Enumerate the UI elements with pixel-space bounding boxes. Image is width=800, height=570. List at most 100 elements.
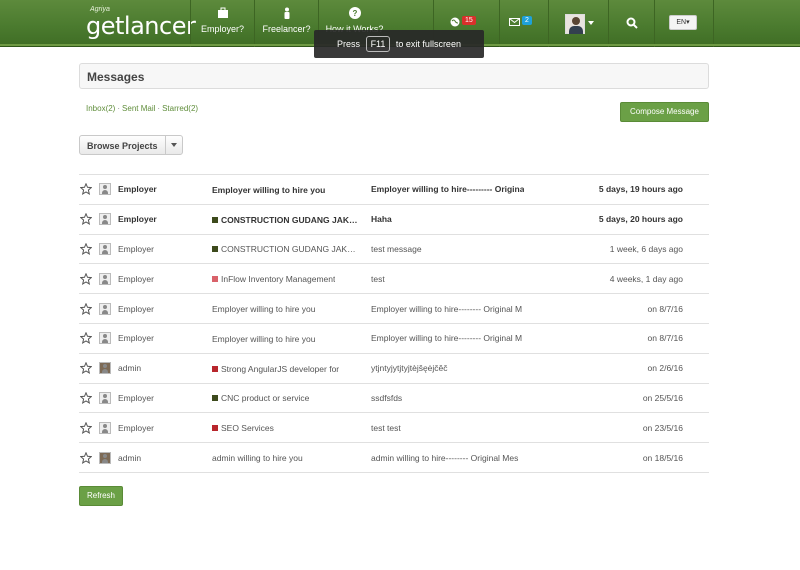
question-icon: ?: [348, 7, 361, 19]
project-cell[interactable]: admin willing to hire you: [212, 443, 371, 473]
tab-starred[interactable]: Starred(2): [162, 104, 198, 113]
message-row[interactable]: Employer Employer willing to hire you Empl…: [79, 174, 709, 205]
sender-name[interactable]: Employer: [118, 234, 212, 264]
message-subject[interactable]: test message: [371, 234, 524, 264]
project-cell[interactable]: CONSTRUCTION GUDANG JAKARTA: [212, 234, 371, 264]
message-subject[interactable]: Employer willing to hire-------- Origina…: [371, 323, 524, 353]
star-icon[interactable]: [79, 182, 93, 196]
message-subject[interactable]: ytjntyjytjtyjtèjšęėjčěč: [371, 353, 524, 383]
sender-name[interactable]: Employer: [118, 204, 212, 234]
logo[interactable]: Agriya getlancer: [86, 6, 196, 40]
project-cell[interactable]: Strong AngularJS developer for: [212, 353, 371, 383]
star-icon[interactable]: [79, 212, 93, 226]
message-date: on 8/7/16: [647, 333, 683, 344]
sender-name[interactable]: Employer: [118, 323, 212, 353]
star-icon[interactable]: [79, 391, 93, 404]
message-subject[interactable]: Employer willing to hire-------- Origina…: [371, 294, 524, 324]
avatar: [99, 213, 111, 226]
message-subject[interactable]: ssdfsfds: [371, 383, 524, 413]
message-subject[interactable]: Employer willing to hire--------- Origin…: [371, 175, 524, 205]
search-button[interactable]: [608, 0, 654, 47]
message-date: on 8/7/16: [647, 303, 683, 314]
sender-name[interactable]: Employer: [118, 294, 212, 324]
tab-separator: ·: [157, 104, 161, 113]
project-color-marker: [212, 425, 218, 432]
message-row[interactable]: Employer CONSTRUCTION GUDANG JAKARTA test …: [79, 234, 709, 264]
fullscreen-prefix: Press: [337, 39, 361, 49]
message-row[interactable]: admin Strong AngularJS developer for ytjnt…: [79, 353, 709, 383]
message-row[interactable]: Employer Employer willing to hire you Empl…: [79, 293, 709, 324]
avatar: [99, 332, 111, 345]
message-date: on 23/5/16: [642, 422, 683, 433]
star-icon[interactable]: [79, 272, 93, 285]
message-row[interactable]: Employer CNC product or service ssdfsfds on…: [79, 383, 709, 413]
user-menu[interactable]: [548, 0, 608, 47]
project-name: CNC product or service: [221, 393, 310, 404]
sender-name[interactable]: Employer: [118, 175, 212, 205]
message-subject[interactable]: admin willing to hire-------- Original M…: [371, 443, 524, 473]
project-cell[interactable]: CNC product or service: [212, 383, 371, 413]
refresh-button[interactable]: Refresh: [79, 486, 123, 506]
project-cell[interactable]: Employer willing to hire you: [212, 175, 371, 205]
message-subject[interactable]: test test: [371, 413, 524, 443]
message-row[interactable]: Employer SEO Services test test on 23/5/16: [79, 412, 709, 443]
avatar: [99, 242, 111, 255]
avatar-cell: [99, 323, 118, 353]
chevron-down-icon: [588, 21, 594, 25]
sender-name[interactable]: Employer: [118, 264, 212, 294]
avatar-cell: [99, 264, 118, 294]
sender-name[interactable]: Employer: [118, 383, 212, 413]
tab-sent-mail[interactable]: Sent Mail: [122, 104, 155, 113]
nav-employer[interactable]: Employer?: [190, 0, 254, 47]
avatar: [99, 272, 111, 285]
page-title: Messages: [87, 70, 145, 84]
logo-text: getlancer: [86, 12, 196, 40]
project-cell[interactable]: SEO Services: [212, 413, 371, 443]
project-cell[interactable]: InFlow Inventory Management: [212, 264, 371, 294]
star-icon[interactable]: [79, 361, 93, 375]
star-icon[interactable]: [79, 302, 93, 315]
briefcase-icon: [217, 7, 228, 18]
fullscreen-key: F11: [365, 36, 391, 52]
nav-freelancer[interactable]: Freelancer?: [254, 0, 318, 47]
project-cell[interactable]: CONSTRUCTION GUDANG JAKARTA: [212, 204, 371, 234]
sender-name[interactable]: Employer: [118, 413, 212, 443]
messages-button[interactable]: 2: [499, 0, 548, 47]
project-name: SEO Services: [221, 423, 274, 434]
star-cell: [79, 443, 99, 473]
person-icon: [284, 7, 289, 19]
message-date: 5 days, 20 hours ago: [598, 214, 683, 225]
fullscreen-suffix: to exit fullscreen: [395, 39, 461, 49]
message-subject[interactable]: Haha: [371, 204, 524, 234]
star-cell: [79, 264, 99, 294]
message-row[interactable]: Employer Employer willing to hire you Empl…: [79, 323, 709, 353]
message-row[interactable]: admin admin willing to hire you admin will…: [79, 442, 709, 473]
browse-projects-dropdown[interactable]: Browse Projects: [79, 135, 183, 155]
language-dropdown[interactable]: EN▾: [669, 15, 697, 30]
sender-name[interactable]: admin: [118, 443, 212, 473]
project-cell[interactable]: Employer willing to hire you: [212, 294, 371, 324]
star-icon[interactable]: [79, 451, 93, 464]
tab-inbox[interactable]: Inbox(2): [86, 104, 115, 113]
browse-projects-label: Browse Projects: [87, 141, 158, 151]
message-date: on 2/6/16: [647, 363, 683, 374]
project-color-marker: [212, 276, 218, 283]
star-icon[interactable]: [79, 421, 93, 434]
compose-message-button[interactable]: Compose Message: [620, 102, 709, 122]
project-color-marker: [212, 395, 218, 402]
sender-name[interactable]: admin: [118, 353, 212, 383]
star-icon[interactable]: [79, 331, 93, 345]
messages-panel-header: Messages: [79, 63, 709, 89]
message-row[interactable]: Employer InFlow Inventory Management test 4…: [79, 263, 709, 294]
chevron-down-icon[interactable]: [165, 136, 182, 154]
star-icon[interactable]: [79, 242, 93, 255]
message-subject[interactable]: test: [371, 264, 524, 294]
svg-text:?: ?: [352, 9, 357, 18]
project-color-marker: [212, 216, 218, 223]
project-cell[interactable]: Employer willing to hire you: [212, 323, 371, 353]
message-row[interactable]: Employer CONSTRUCTION GUDANG JAKARTA Haha 5…: [79, 204, 709, 234]
messages-badge: 2: [522, 16, 532, 25]
star-cell: [79, 175, 99, 205]
project-name: admin willing to hire you: [212, 452, 303, 463]
project-name: Employer willing to hire you: [212, 184, 326, 195]
